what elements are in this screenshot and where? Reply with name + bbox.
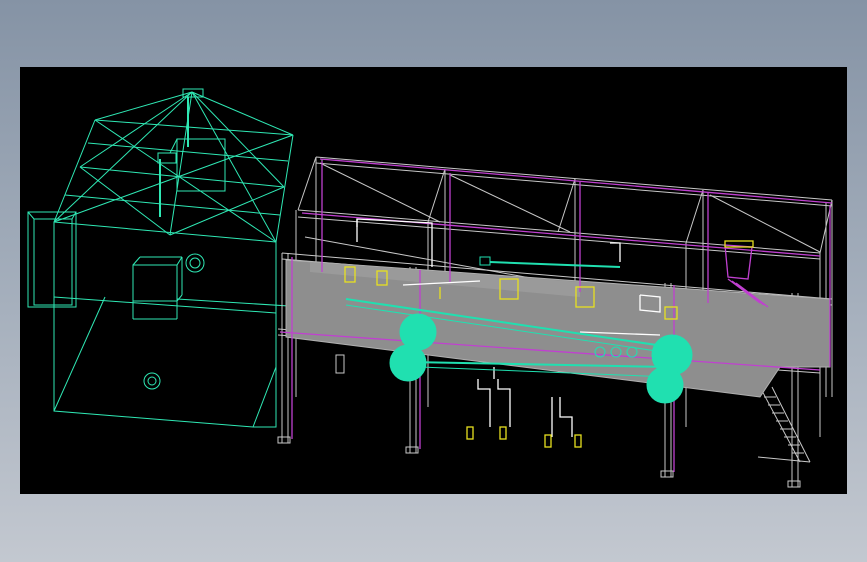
building-wireframe <box>27 88 306 428</box>
support-bracket <box>335 354 345 374</box>
cad-wireframe-drawing <box>27 88 833 488</box>
cad-viewport[interactable] <box>20 67 847 494</box>
